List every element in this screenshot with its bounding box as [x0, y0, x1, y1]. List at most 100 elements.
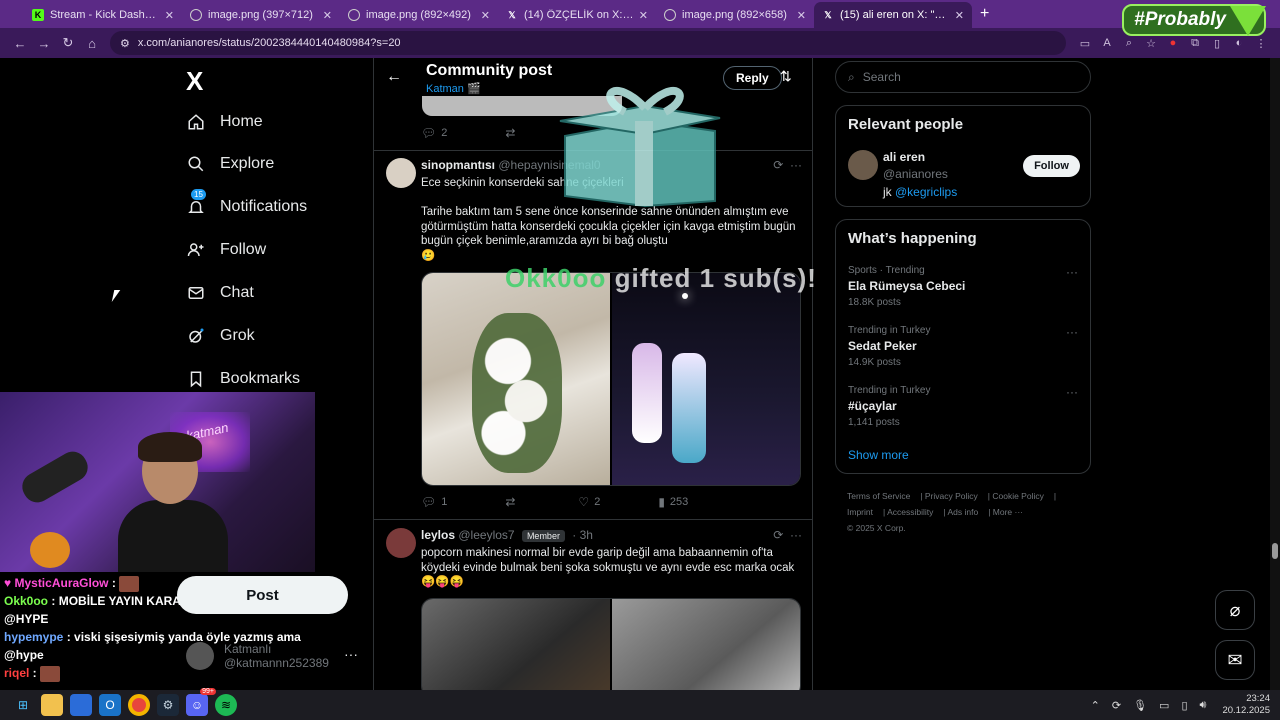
- steam-icon[interactable]: ⚙: [157, 694, 179, 716]
- clock[interactable]: 23:24 20.12.2025: [1222, 693, 1270, 717]
- network-icon[interactable]: ▭: [1159, 699, 1169, 712]
- nav-item-grok[interactable]: Grok: [186, 326, 255, 346]
- stove-photo[interactable]: [612, 599, 800, 690]
- reply-action[interactable]: 💬︎ 2: [421, 126, 447, 140]
- close-icon[interactable]: ✕: [639, 9, 648, 22]
- person-name[interactable]: ali eren: [883, 150, 925, 164]
- popcorn-machine-photo[interactable]: [422, 599, 610, 690]
- tweet-author[interactable]: sinopmantısı: [421, 158, 495, 172]
- tab-kick-dashboard[interactable]: K Stream - Kick Dashboard ✕: [24, 2, 182, 28]
- footer-link[interactable]: Terms of Service: [847, 491, 910, 501]
- nav-item-chat[interactable]: Chat: [186, 283, 254, 303]
- nav-item-bookmarks[interactable]: Bookmarks: [186, 369, 300, 389]
- more-dots-icon[interactable]: ···: [790, 158, 802, 172]
- avatar[interactable]: [386, 528, 416, 558]
- grok-icon[interactable]: ⟳: [773, 158, 783, 172]
- post-button[interactable]: Post: [177, 576, 348, 614]
- scrollbar[interactable]: [1270, 58, 1280, 690]
- nav-item-explore[interactable]: Explore: [186, 154, 274, 174]
- footer-link[interactable]: Cookie Policy: [992, 491, 1044, 501]
- trend-item[interactable]: Trending in Turkey #üçaylar 1,141 posts …: [848, 385, 1078, 428]
- chrome-icon[interactable]: [128, 694, 150, 716]
- file-explorer-icon[interactable]: [41, 694, 63, 716]
- footer-link[interactable]: Ads info: [948, 507, 979, 517]
- outlook-icon[interactable]: O: [99, 694, 121, 716]
- tab-image-1[interactable]: image.png (397×712) ✕: [182, 2, 340, 28]
- tab-image-2[interactable]: image.png (892×492) ✕: [340, 2, 498, 28]
- close-icon[interactable]: ✕: [955, 9, 964, 22]
- forward-arrow-icon[interactable]: →: [32, 31, 56, 55]
- spotify-icon[interactable]: ≋: [215, 694, 237, 716]
- footer-link[interactable]: Imprint: [847, 507, 873, 517]
- more-dots-icon[interactable]: ···: [1066, 325, 1078, 339]
- store-icon[interactable]: [70, 694, 92, 716]
- install-app-icon[interactable]: ▭: [1074, 32, 1096, 54]
- avatar[interactable]: [386, 158, 416, 188]
- footer-link[interactable]: Accessibility: [887, 507, 933, 517]
- nav-item-home[interactable]: Home: [186, 112, 263, 132]
- more-dots-icon[interactable]: ···: [1066, 265, 1078, 279]
- volume-icon[interactable]: 🔊︎: [1200, 699, 1207, 712]
- new-tab-button[interactable]: +: [972, 2, 997, 28]
- address-bar[interactable]: ⚙ x.com/anianores/status/200238444014048…: [110, 31, 1066, 55]
- x-logo-icon[interactable]: X: [186, 66, 203, 97]
- trend-item[interactable]: Sports · Trending Ela Rümeysa Cebeci 18.…: [848, 265, 1078, 308]
- tab-x-ozcelik[interactable]: 𝕏 (14) ÖZÇELİK on X: "Sağol abi ç ✕: [498, 2, 656, 28]
- search-input[interactable]: ⌕ Search: [835, 61, 1091, 93]
- windows-icon[interactable]: ⊞: [12, 694, 34, 716]
- footer-link[interactable]: More ···: [993, 507, 1023, 517]
- site-info-icon[interactable]: ⚙: [120, 37, 130, 50]
- repost-action[interactable]: ⇄: [505, 126, 520, 140]
- grok-icon[interactable]: ⟳: [773, 528, 783, 542]
- tweet-media[interactable]: [421, 272, 801, 486]
- microphone-icon[interactable]: 🎙︎: [1133, 699, 1147, 712]
- more-dots-icon[interactable]: ···: [1066, 385, 1078, 399]
- battery-icon[interactable]: ▯: [1181, 699, 1187, 712]
- person-handle[interactable]: @anianores: [883, 167, 948, 181]
- more-dots-icon[interactable]: ···: [344, 646, 358, 662]
- reload-icon[interactable]: ↻: [56, 31, 80, 55]
- like-action[interactable]: ♡ 2: [578, 495, 600, 509]
- tab-title: (14) ÖZÇELİK on X: "Sağol abi ç: [524, 9, 635, 21]
- translate-icon[interactable]: A: [1096, 32, 1118, 54]
- concert-photo[interactable]: [612, 273, 800, 485]
- close-icon[interactable]: ✕: [481, 9, 490, 22]
- back-arrow-icon[interactable]: ←: [8, 31, 32, 55]
- tweet-time[interactable]: · 3h: [572, 528, 593, 542]
- sync-icon[interactable]: ⟳: [1112, 699, 1121, 712]
- back-arrow-icon[interactable]: ←: [386, 68, 402, 86]
- close-icon[interactable]: ✕: [323, 9, 332, 22]
- grok-fab-button[interactable]: ⌀: [1215, 590, 1255, 630]
- discord-icon[interactable]: ☺ 99+: [186, 688, 216, 716]
- flowers-photo[interactable]: [422, 273, 610, 485]
- tweet-media[interactable]: [421, 598, 801, 690]
- avatar[interactable]: [848, 150, 878, 180]
- trend-item[interactable]: Trending in Turkey Sedat Peker 14.9K pos…: [848, 325, 1078, 368]
- chevron-up-icon[interactable]: ⌃: [1091, 699, 1100, 712]
- reply-button[interactable]: Reply: [723, 66, 782, 90]
- views-action[interactable]: ▮ 253: [658, 495, 688, 509]
- bio-link[interactable]: @kegriclips: [895, 185, 957, 199]
- tab-x-ali-eren[interactable]: 𝕏 (15) ali eren on X: "Evinizdeki e ✕: [814, 2, 972, 28]
- home-icon[interactable]: ⌂: [80, 31, 104, 55]
- more-dots-icon[interactable]: ···: [790, 528, 802, 542]
- follow-button[interactable]: Follow: [1023, 155, 1080, 177]
- reply-action[interactable]: 💬︎ 1: [421, 495, 447, 509]
- messages-fab-button[interactable]: ✉: [1215, 640, 1255, 680]
- tweet[interactable]: leylos @leeylos7 Member · 3h ⟳ ··· popco…: [374, 520, 812, 690]
- close-icon[interactable]: ✕: [797, 9, 806, 22]
- show-more-link[interactable]: Show more: [848, 448, 909, 462]
- account-switcher[interactable]: Katmanlı @katmannn252389 ···: [186, 638, 366, 674]
- avatar: [186, 642, 214, 670]
- tab-image-3[interactable]: image.png (892×658) ✕: [656, 2, 814, 28]
- nav-item-notifications[interactable]: 15 Notifications: [186, 189, 307, 217]
- footer-link[interactable]: Privacy Policy: [925, 491, 978, 501]
- scrollbar-thumb[interactable]: [1272, 543, 1278, 559]
- nav-item-follow[interactable]: Follow: [186, 240, 266, 260]
- repost-action[interactable]: ⇄: [505, 495, 520, 509]
- tune-icon[interactable]: ⇅: [780, 68, 792, 85]
- tweet-handle[interactable]: @leeylos7: [458, 528, 514, 542]
- tweet-author[interactable]: leylos: [421, 528, 455, 542]
- close-icon[interactable]: ✕: [165, 9, 174, 22]
- community-name[interactable]: Katman 🎬: [426, 82, 481, 95]
